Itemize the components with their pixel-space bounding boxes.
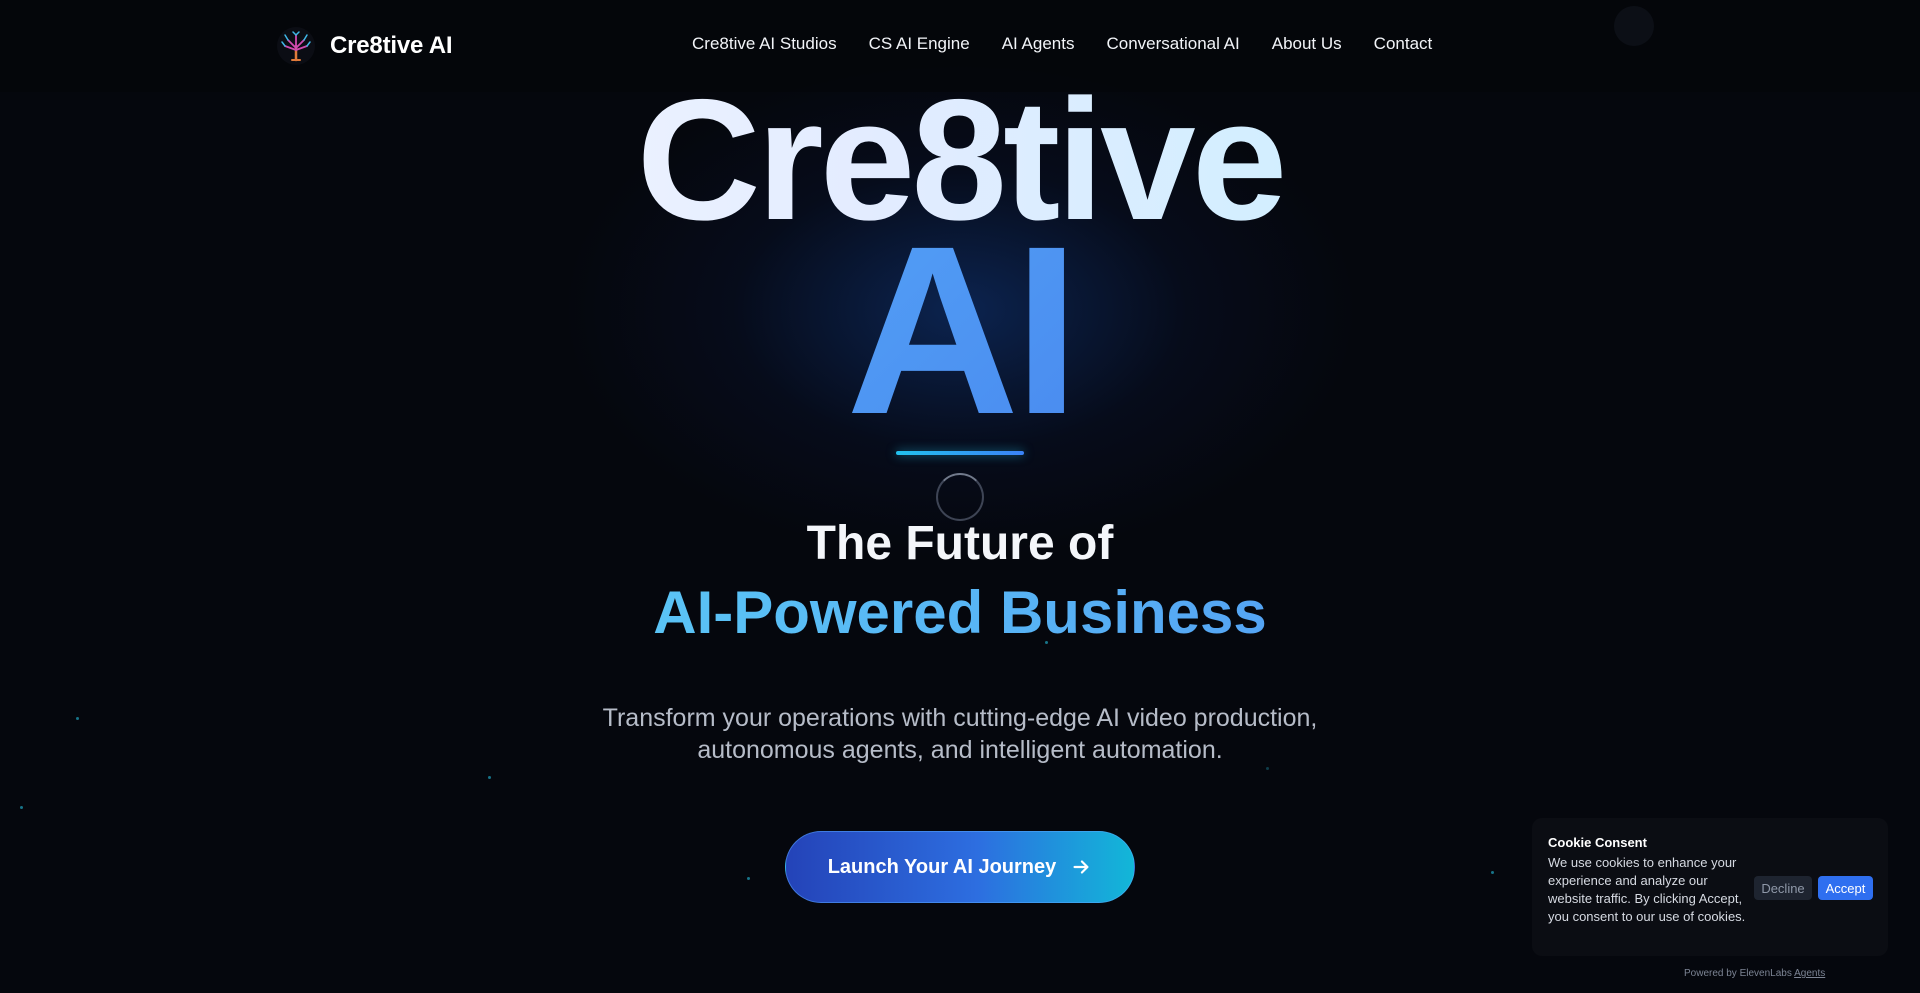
particle [20,806,23,809]
particle [1491,871,1494,874]
launch-journey-button[interactable]: Launch Your AI Journey [785,831,1135,903]
cookie-consent-banner: Cookie Consent We use cookies to enhance… [1532,818,1888,956]
powered-link[interactable]: Agents [1794,968,1825,979]
nav-item-studios[interactable]: Cre8tive AI Studios [692,34,837,54]
particle [76,717,79,720]
hero-description-line2: autonomous agents, and intelligent autom… [697,736,1223,764]
cookie-title: Cookie Consent [1548,835,1647,850]
hero-description-line1: Transform your operations with cutting-e… [602,704,1318,732]
hero-description: Transform your operations with cutting-e… [560,702,1360,766]
accept-button[interactable]: Accept [1818,876,1873,900]
nav-orb [1614,6,1654,46]
nav-item-conversational[interactable]: Conversational AI [1106,34,1239,54]
powered-by: Powered by ElevenLabs Agents [1684,968,1825,979]
cookie-text: We use cookies to enhance your experienc… [1548,855,1746,924]
decline-button[interactable]: Decline [1754,876,1812,900]
nav-item-engine[interactable]: CS AI Engine [869,34,970,54]
arrow-right-icon [1073,860,1089,874]
tagline-line1: The Future of [806,517,1114,570]
main-menu: Cre8tive AI Studios CS AI Engine AI Agen… [692,34,1432,54]
nav-item-contact[interactable]: Contact [1374,34,1433,54]
particle [488,776,491,779]
brand-name: Cre8tive AI [330,32,453,59]
hero-divider [896,451,1024,455]
powered-prefix: Powered by ElevenLabs [1684,968,1792,979]
tree-icon [277,27,315,65]
nav-item-agents[interactable]: AI Agents [1002,34,1075,54]
nav-item-about[interactable]: About Us [1272,34,1342,54]
particle [1266,767,1269,770]
hero-title-word2: AI [0,210,1920,450]
brand-logo[interactable]: Cre8tive AI [276,26,453,66]
cta-label: Launch Your AI Journey [827,855,1057,878]
loading-spinner-icon [936,473,984,521]
tagline-line2: AI-Powered Business [0,578,1920,647]
particle [747,877,750,880]
